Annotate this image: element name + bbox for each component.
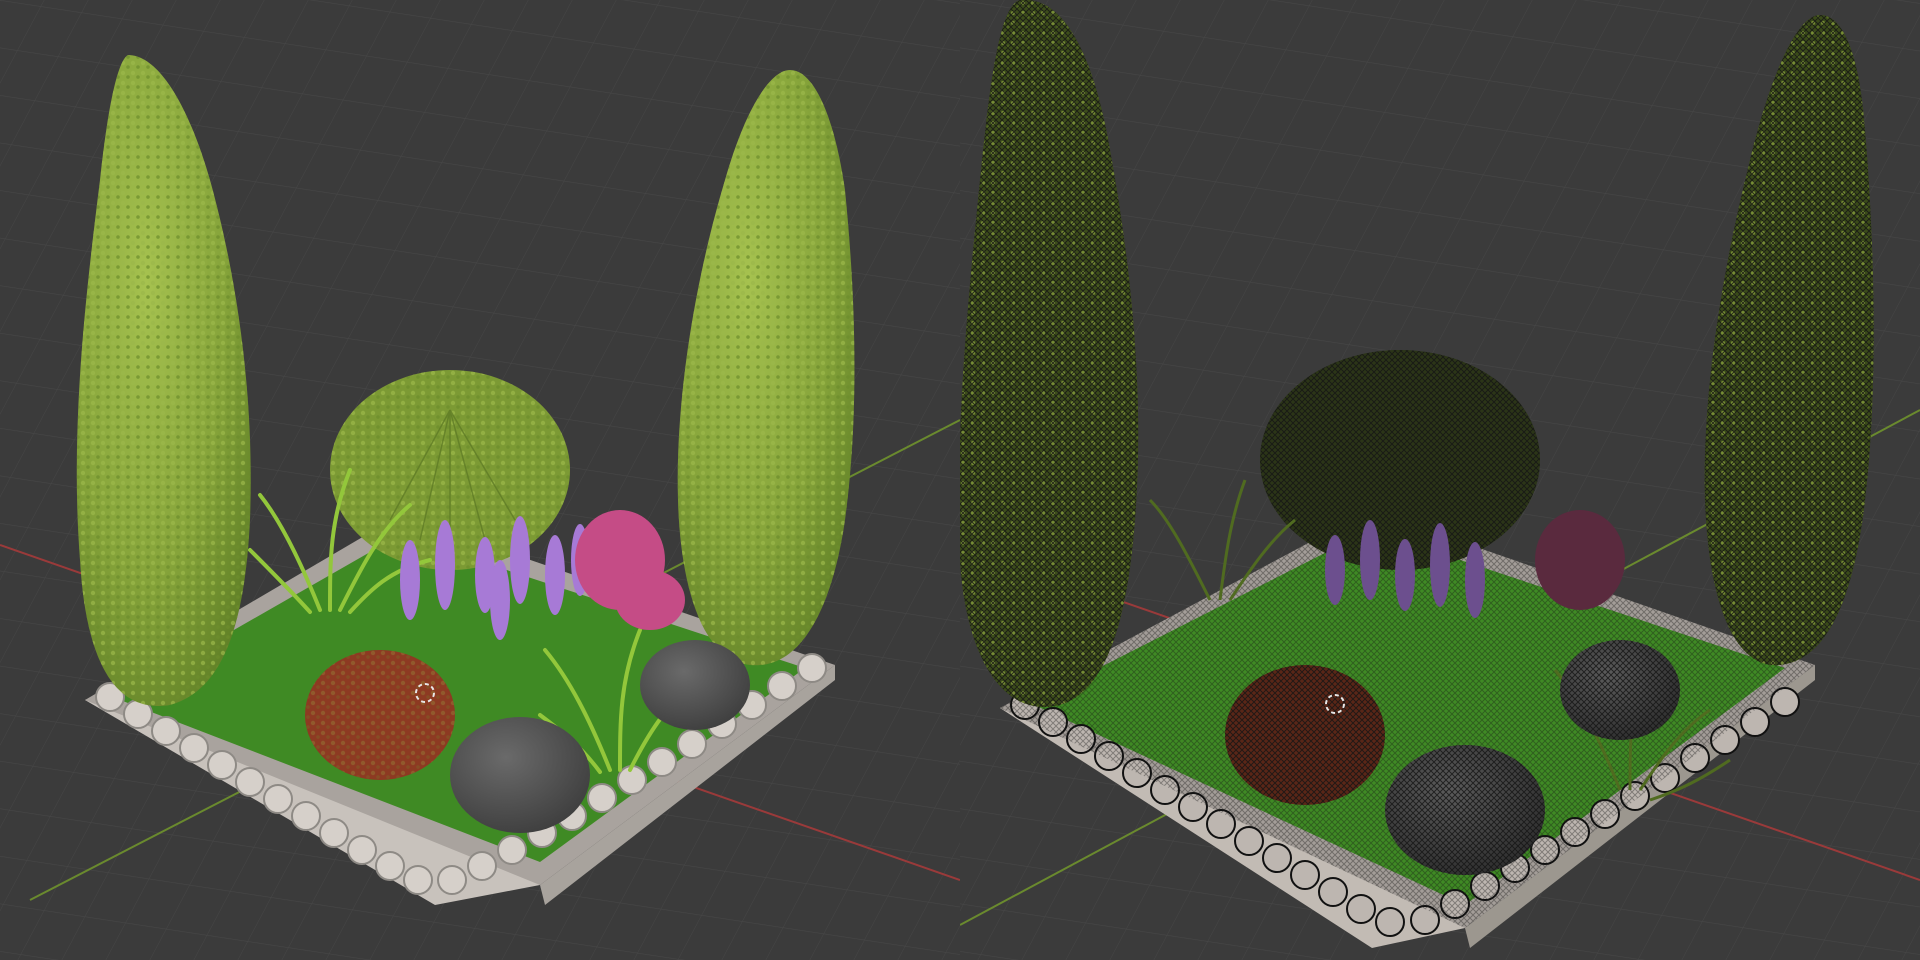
viewport-textured[interactable] [0,0,960,960]
viewport-stage [0,0,1920,960]
viewport-wireframe[interactable] [960,0,1920,960]
scene-textured[interactable] [0,0,960,960]
pink-flowers [1535,510,1625,610]
rock-back [640,640,750,730]
rock-front [450,717,590,833]
scene-wireframe[interactable] [960,0,1920,960]
